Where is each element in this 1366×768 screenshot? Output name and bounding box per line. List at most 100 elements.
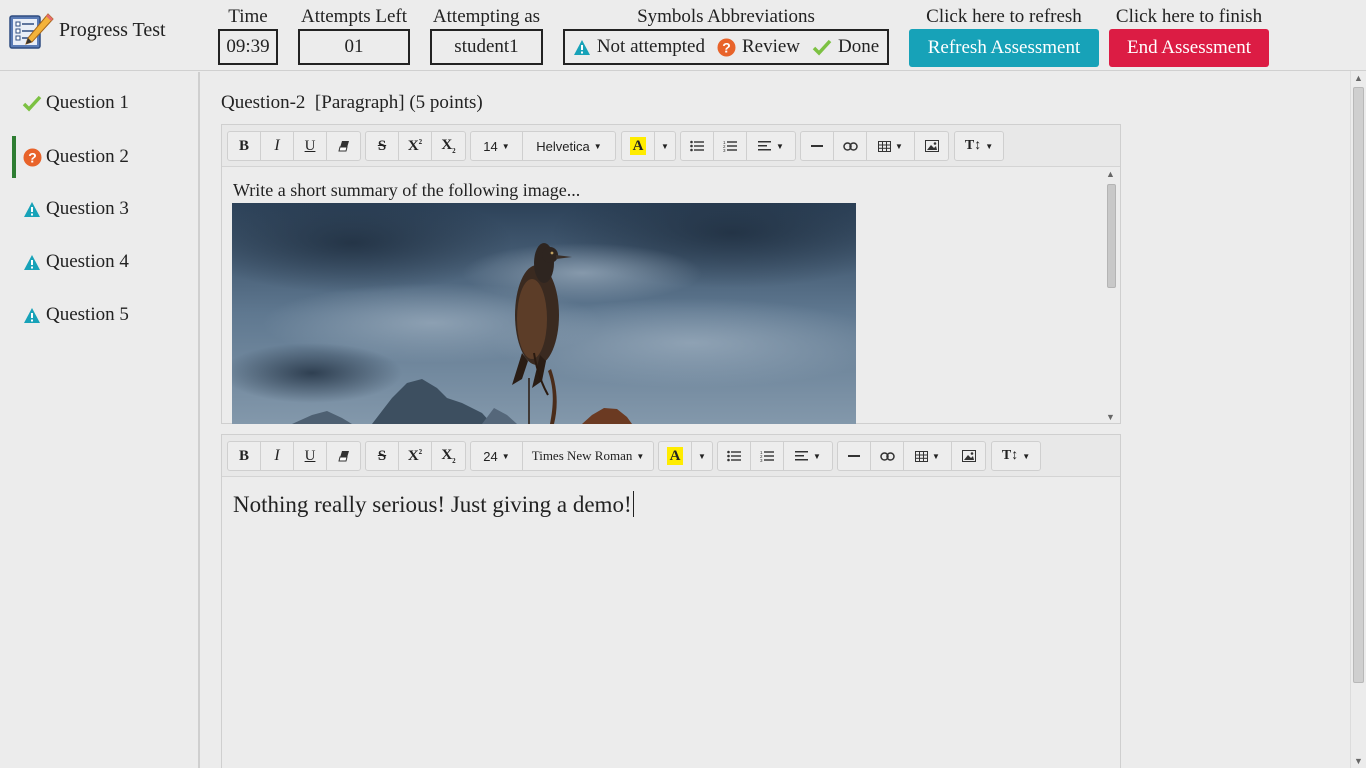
timer-label: Time <box>228 6 268 27</box>
font-family-select[interactable]: Helvetica ▼ <box>523 132 615 160</box>
question-circle-icon: ? <box>717 38 736 56</box>
symbols-block: Symbols Abbreviations Not attempted ? Re… <box>563 7 889 65</box>
sidebar-item-question-1[interactable]: Question 1 <box>12 84 198 122</box>
question-prompt: Write a short summary of the following i… <box>233 180 581 200</box>
page-scrollbar[interactable]: ▲ ▼ <box>1350 71 1366 768</box>
sidebar-item-label: Question 5 <box>46 304 129 325</box>
style-group: B I U <box>227 131 361 161</box>
warning-icon <box>22 252 42 272</box>
color-group: A ▼ <box>621 131 676 161</box>
text-size-group: T↕ ▼ <box>954 131 1004 161</box>
refresh-label: Click here to refresh <box>926 6 1082 27</box>
user-block: Attempting as student1 <box>430 7 543 65</box>
refresh-assessment-button[interactable]: Refresh Assessment <box>909 29 1099 67</box>
sidebar-item-question-2[interactable]: ? Question 2 <box>12 136 198 178</box>
text-height-select[interactable]: T↕ ▼ <box>955 132 1003 160</box>
checklist-pencil-icon <box>9 13 54 49</box>
bold-button[interactable]: B <box>228 442 261 470</box>
timer-value: 09:39 <box>218 29 278 65</box>
script-group: S X2 X2 <box>365 131 466 161</box>
list-group: 123 ▼ <box>717 441 833 471</box>
font-group: 24 ▼ Times New Roman ▼ <box>470 441 654 471</box>
script-group: S X2 X2 <box>365 441 466 471</box>
refresh-block: Click here to refresh Refresh Assessment <box>909 7 1099 67</box>
list-group: 123 ▼ <box>680 131 796 161</box>
font-size-select[interactable]: 14 ▼ <box>471 132 523 160</box>
text-size-group: T↕ ▼ <box>991 441 1041 471</box>
question-circle-icon: ? <box>22 147 42 167</box>
bold-button[interactable]: B <box>228 132 261 160</box>
sidebar-item-question-4[interactable]: Question 4 <box>12 243 198 281</box>
link-icon[interactable] <box>871 442 904 470</box>
bullet-list-icon[interactable] <box>681 132 714 160</box>
table-select[interactable]: ▼ <box>904 442 952 470</box>
image-icon[interactable] <box>915 132 948 160</box>
color-dropdown-button[interactable]: ▼ <box>692 442 712 470</box>
header: Progress Test Time 09:39 Attempts Left 0… <box>0 0 1366 71</box>
question-sidebar: Question 1 ? Question 2 Question 3 Quest… <box>0 72 200 768</box>
underline-button[interactable]: U <box>294 442 327 470</box>
bullet-list-icon[interactable] <box>718 442 751 470</box>
subscript-button[interactable]: X2 <box>432 442 465 470</box>
font-family-select[interactable]: Times New Roman ▼ <box>523 442 653 470</box>
text-height-select[interactable]: T↕ ▼ <box>992 442 1040 470</box>
horizontal-rule-icon[interactable] <box>838 442 871 470</box>
scroll-thumb[interactable] <box>1107 184 1116 288</box>
legend-done: Done <box>838 36 880 57</box>
insert-group: ▼ <box>837 441 986 471</box>
italic-button[interactable]: I <box>261 442 294 470</box>
svg-text:?: ? <box>722 39 731 55</box>
horizontal-rule-icon[interactable] <box>801 132 834 160</box>
link-icon[interactable] <box>834 132 867 160</box>
question-editor: B I U S X2 X2 14 ▼ Helvetica ▼ A ▼ 123 ▼ ▼ <box>221 124 1121 424</box>
image-icon[interactable] <box>952 442 985 470</box>
color-dropdown-button[interactable]: ▼ <box>655 132 675 160</box>
table-select[interactable]: ▼ <box>867 132 915 160</box>
legend-not-attempted: Not attempted <box>596 36 705 57</box>
warning-icon <box>22 305 42 325</box>
symbols-legend: Not attempted ? Review Done <box>563 29 889 65</box>
align-select[interactable]: ▼ <box>784 442 832 470</box>
check-icon <box>22 93 42 113</box>
warning-icon <box>22 199 42 219</box>
numbered-list-icon[interactable]: 123 <box>751 442 784 470</box>
svg-text:?: ? <box>28 149 37 165</box>
font-size-select[interactable]: 24 ▼ <box>471 442 523 470</box>
finish-label: Click here to finish <box>1115 6 1263 27</box>
eraser-icon[interactable] <box>327 132 360 160</box>
question-title: Question-2 [Paragraph] (5 points) <box>221 92 483 113</box>
text-color-button[interactable]: A <box>622 132 655 160</box>
finish-block: Click here to finish End Assessment <box>1109 7 1269 67</box>
svg-text:3: 3 <box>723 148 726 152</box>
answer-text: Nothing really serious! Just giving a de… <box>233 492 632 517</box>
superscript-button[interactable]: X2 <box>399 132 432 160</box>
end-assessment-button[interactable]: End Assessment <box>1109 29 1269 67</box>
question-scrollbar[interactable]: ▲ ▼ <box>1105 169 1117 422</box>
italic-button[interactable]: I <box>261 132 294 160</box>
sidebar-item-label: Question 1 <box>46 92 129 113</box>
superscript-button[interactable]: X2 <box>399 442 432 470</box>
attempts-value: 01 <box>298 29 410 65</box>
text-color-button[interactable]: A <box>659 442 692 470</box>
attempts-label: Attempts Left <box>300 6 408 27</box>
sidebar-item-question-5[interactable]: Question 5 <box>12 296 198 334</box>
app-title: Progress Test <box>59 19 166 41</box>
cormorant-bird-photo <box>232 203 856 424</box>
user-value: student1 <box>430 29 543 65</box>
sidebar-item-label: Question 4 <box>46 251 129 272</box>
subscript-button[interactable]: X2 <box>432 132 465 160</box>
underline-button[interactable]: U <box>294 132 327 160</box>
strikethrough-button[interactable]: S <box>366 132 399 160</box>
symbols-label: Symbols Abbreviations <box>637 6 815 27</box>
sidebar-item-question-3[interactable]: Question 3 <box>12 190 198 228</box>
font-group: 14 ▼ Helvetica ▼ <box>470 131 616 161</box>
svg-text:3: 3 <box>760 458 763 462</box>
align-select[interactable]: ▼ <box>747 132 795 160</box>
eraser-icon[interactable] <box>327 442 360 470</box>
numbered-list-icon[interactable]: 123 <box>714 132 747 160</box>
page-scroll-thumb[interactable] <box>1353 87 1364 683</box>
insert-group: ▼ <box>800 131 949 161</box>
strikethrough-button[interactable]: S <box>366 442 399 470</box>
style-group: B I U <box>227 441 361 471</box>
answer-textarea[interactable]: Nothing really serious! Just giving a de… <box>222 477 1120 768</box>
